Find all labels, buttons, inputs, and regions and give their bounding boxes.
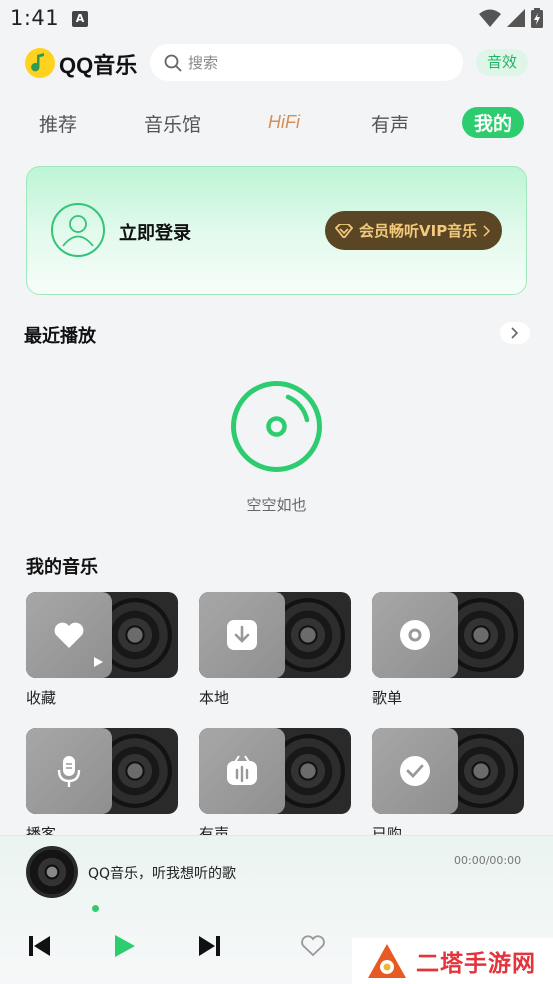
app-name: QQ音乐: [59, 53, 138, 78]
play-icon[interactable]: [111, 933, 137, 959]
playback-time: 00:00/00:00: [454, 854, 522, 867]
qq-music-logo-icon: [25, 48, 55, 78]
tile-cover: [372, 728, 458, 814]
now-playing-title: QQ音乐，听我想听的歌: [88, 866, 237, 882]
my-music-purchased[interactable]: [372, 728, 524, 814]
my-music-favorites-label: 收藏: [26, 689, 57, 707]
tab-mine[interactable]: 我的: [462, 107, 525, 138]
status-time: 1:41: [10, 6, 60, 30]
login-label[interactable]: 立即登录: [119, 219, 191, 245]
tile-cover: [199, 592, 285, 678]
tab-bar: 推荐 音乐馆 HiFi 有声 我的: [0, 106, 553, 144]
top-bar: QQ音乐 音效: [0, 44, 553, 82]
check-icon: [400, 756, 430, 786]
status-bar: 1:41 A: [0, 0, 553, 38]
wifi-icon: [479, 9, 501, 27]
my-music-audiobooks[interactable]: [199, 728, 351, 814]
tab-music-hall[interactable]: 音乐馆: [144, 110, 201, 137]
vip-button-label: 会员畅听VIP音乐: [359, 222, 478, 240]
my-music-podcasts[interactable]: [26, 728, 178, 814]
album-disc-icon[interactable]: [26, 846, 78, 898]
my-music-playlists-label: 歌单: [372, 689, 403, 707]
download-icon: [227, 620, 257, 650]
audiobook-icon: [227, 755, 257, 785]
next-icon[interactable]: [196, 933, 222, 959]
like-heart-icon[interactable]: [300, 933, 326, 959]
my-music-title: 我的音乐: [26, 557, 98, 578]
my-music-favorites[interactable]: [26, 592, 178, 678]
user-icon: [62, 215, 94, 247]
heart-icon: [54, 622, 84, 648]
my-music-local[interactable]: [199, 592, 351, 678]
tile-cover: [26, 728, 112, 814]
play-icon: [94, 657, 103, 667]
watermark: 二塔手游网: [352, 938, 553, 984]
recent-section-title: 最近播放: [24, 326, 96, 347]
disc-icon: [400, 620, 430, 650]
microphone-icon: [57, 756, 81, 787]
empty-text: 空空如也: [246, 496, 307, 514]
watermark-text: 二塔手游网: [416, 951, 536, 977]
signal-icon: [507, 9, 525, 27]
tile-cover: [199, 728, 285, 814]
battery-icon: [531, 8, 543, 28]
search-icon: [164, 54, 182, 71]
tab-hifi[interactable]: HiFi: [268, 112, 300, 133]
search-input[interactable]: [188, 53, 428, 72]
avatar[interactable]: [51, 203, 105, 257]
my-music-local-label: 本地: [199, 689, 230, 707]
watermark-logo-icon: [368, 944, 406, 978]
chevron-right-icon: [483, 224, 491, 237]
my-music-playlists[interactable]: [372, 592, 524, 678]
login-card[interactable]: 立即登录 会员畅听VIP音乐: [26, 166, 527, 295]
tab-recommend[interactable]: 推荐: [39, 110, 77, 137]
page-indicator-dot: [92, 905, 99, 912]
chevron-right-icon: [511, 327, 519, 339]
tile-cover: [26, 592, 112, 678]
diamond-icon: [335, 223, 353, 238]
tile-cover: [372, 592, 458, 678]
previous-icon[interactable]: [27, 933, 53, 959]
status-icons: [479, 8, 543, 28]
notification-icon: A: [72, 11, 88, 27]
vip-button[interactable]: 会员畅听VIP音乐: [325, 211, 502, 250]
tab-audio[interactable]: 有声: [371, 110, 409, 137]
search-bar[interactable]: [150, 44, 463, 81]
sound-effect-button[interactable]: 音效: [476, 49, 528, 76]
recent-more-button[interactable]: [500, 322, 530, 344]
empty-disc-icon: [231, 381, 322, 472]
